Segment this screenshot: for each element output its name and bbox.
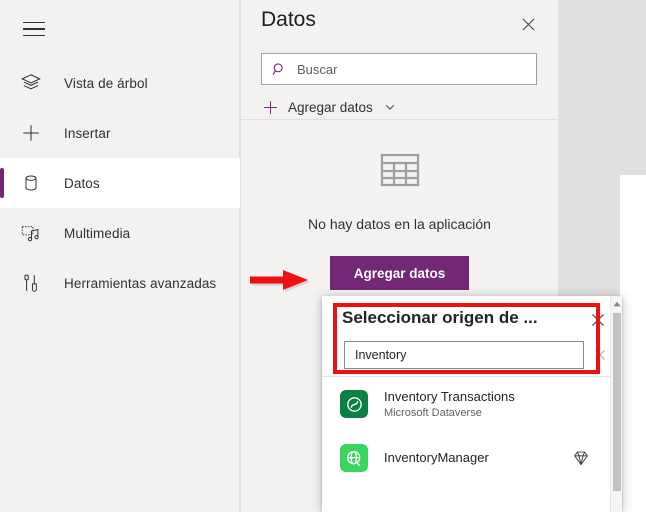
media-icon — [18, 220, 44, 246]
app-window: Vista de árbol Insertar Datos Multimedia… — [0, 0, 646, 512]
empty-state-message: No hay datos en la aplicación — [308, 216, 491, 232]
table-icon — [378, 148, 422, 192]
dialog-search-value: Inventory — [355, 348, 407, 362]
search-input[interactable]: Buscar — [261, 53, 537, 85]
list-item-title: InventoryManager — [384, 450, 489, 465]
list-item-texts: Inventory Transactions Microsoft Dataver… — [384, 389, 515, 420]
search-placeholder-text: Buscar — [297, 61, 338, 77]
custom-connector-globe-icon — [340, 444, 368, 472]
add-data-button[interactable]: Agregar datos — [329, 256, 470, 290]
list-item-title: Inventory Transactions — [384, 388, 515, 404]
dialog-search-input[interactable]: Inventory — [344, 341, 584, 369]
data-panel-header: Datos Buscar Agregar datos — [241, 0, 558, 120]
empty-state: No hay datos en la aplicación Agregar da… — [241, 120, 558, 290]
data-source-list: Inventory Transactions Microsoft Dataver… — [322, 377, 610, 485]
dialog-title: Seleccionar origen de ... — [342, 308, 538, 327]
advanced-tools-icon — [18, 270, 44, 296]
page-title: Datos — [261, 8, 316, 31]
sidebar-item-label: Herramientas avanzadas — [64, 275, 217, 291]
sidebar-item-label: Datos — [64, 175, 100, 191]
list-item[interactable]: Inventory Transactions Microsoft Dataver… — [322, 377, 610, 431]
sidebar-item-label: Vista de árbol — [64, 75, 148, 91]
hamburger-line — [23, 28, 45, 30]
plus-icon — [18, 120, 44, 146]
app-canvas-white-area — [620, 175, 646, 512]
sidebar-item-advanced-tools[interactable]: Herramientas avanzadas — [0, 258, 240, 308]
hamburger-line — [23, 21, 45, 24]
add-data-command-label: Agregar datos — [288, 99, 373, 115]
sidebar-item-insert[interactable]: Insertar — [0, 108, 240, 158]
hamburger-line — [23, 34, 45, 37]
search-icon — [271, 61, 287, 77]
sidebar-item-tree-view[interactable]: Vista de árbol — [0, 58, 240, 108]
close-icon[interactable] — [586, 308, 610, 332]
sidebar-item-label: Multimedia — [64, 225, 131, 241]
close-icon[interactable] — [516, 12, 540, 36]
sidebar-item-multimedia[interactable]: Multimedia — [0, 208, 240, 258]
left-navigation-rail: Vista de árbol Insertar Datos Multimedia… — [0, 0, 240, 512]
list-item-subtitle: Microsoft Dataverse — [384, 406, 482, 419]
premium-diamond-icon — [572, 449, 590, 467]
dialog-scrollbar[interactable] — [610, 296, 622, 512]
add-data-command[interactable]: Agregar datos — [261, 93, 397, 121]
hamburger-icon[interactable] — [14, 12, 54, 46]
scroll-up-arrow-icon[interactable] — [611, 297, 622, 310]
list-item[interactable]: InventoryManager — [322, 431, 610, 485]
select-data-source-dialog: Seleccionar origen de ... Inventory Inve… — [322, 296, 622, 512]
list-item-texts: InventoryManager — [384, 450, 489, 466]
database-icon — [18, 170, 44, 196]
scroll-thumb[interactable] — [613, 313, 621, 491]
sidebar-item-datos[interactable]: Datos — [0, 158, 240, 208]
sidebar-item-label: Insertar — [64, 125, 111, 141]
tree-view-icon — [18, 70, 44, 96]
dataverse-icon — [340, 390, 368, 418]
rail-item-list: Vista de árbol Insertar Datos Multimedia… — [0, 58, 240, 308]
dialog-header: Seleccionar origen de ... Inventory — [322, 296, 622, 376]
plus-icon — [261, 98, 279, 116]
chevron-down-icon[interactable] — [383, 100, 397, 114]
